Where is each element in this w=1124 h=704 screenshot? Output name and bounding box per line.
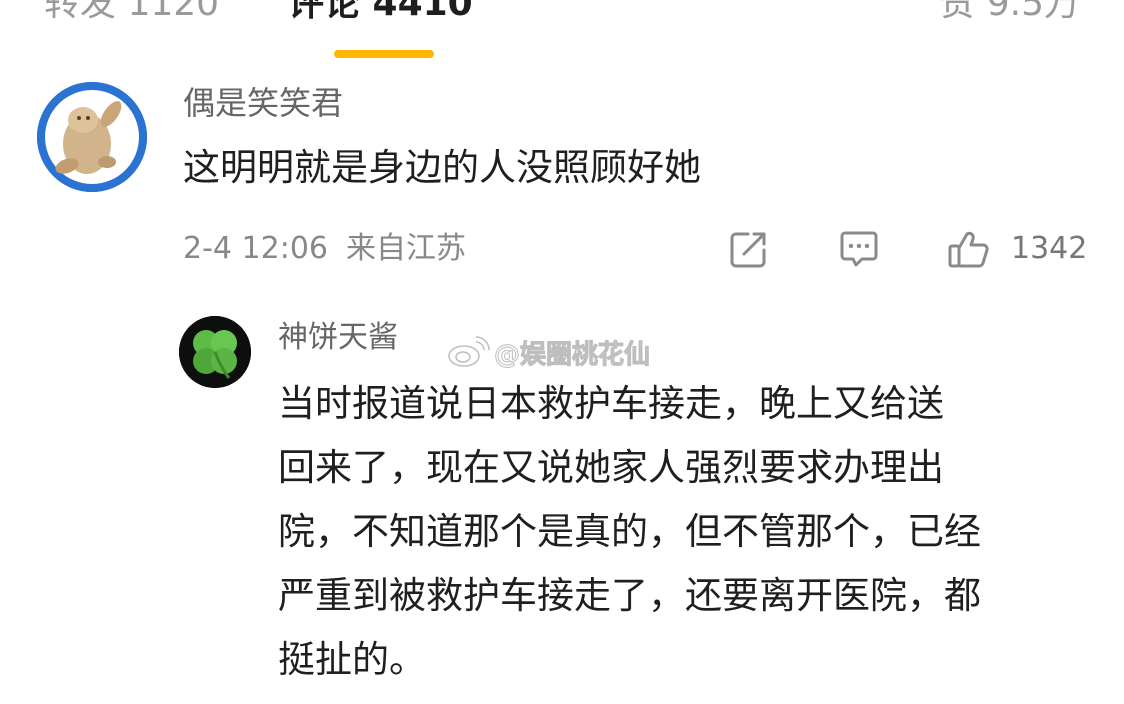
reply-avatar[interactable]: [179, 316, 251, 388]
tab-comments[interactable]: 评论 4410: [288, 0, 473, 24]
reply-text: 当时报道说日本救护车接走，晚上又给送 回来了，现在又说她家人强烈要求办理出 院，…: [278, 372, 1098, 692]
plush-toy-avatar-icon: [37, 82, 147, 192]
comment-button[interactable]: [836, 226, 882, 272]
tab-likes[interactable]: 赞 9.5万: [939, 0, 1080, 24]
share-button[interactable]: [726, 226, 772, 272]
avatar[interactable]: [37, 82, 147, 192]
reply-line: 当时报道说日本救护车接走，晚上又给送: [278, 382, 944, 425]
reply-username[interactable]: 神饼天酱: [278, 318, 398, 358]
reply-line: 挺扯的。: [278, 638, 426, 681]
watermark: @娱圈桃花仙: [446, 334, 651, 370]
comment-icon: [840, 231, 878, 267]
like-button[interactable]: [946, 226, 992, 272]
reply-line: 回来了，现在又说她家人强烈要求办理出: [278, 446, 944, 489]
comment-date: 2-4 12:06: [183, 231, 328, 266]
tab-reposts[interactable]: 转发 1120: [44, 0, 219, 24]
four-leaf-clover-icon: [179, 316, 251, 388]
reply-line: 院，不知道那个是真的，但不管那个，已经: [278, 510, 981, 553]
watermark-text: @娱圈桃花仙: [493, 339, 651, 370]
like-count: 1342: [1011, 231, 1088, 266]
active-tab-indicator: [334, 50, 434, 58]
comment-username[interactable]: 偶是笑笑君: [183, 83, 343, 123]
thumbs-up-icon: [948, 231, 989, 268]
share-icon: [730, 232, 766, 268]
comment-text: 这明明就是身边的人没照顾好她: [183, 146, 701, 189]
weibo-logo-icon: [448, 336, 490, 367]
comment-location: 来自江苏: [346, 231, 466, 266]
tab-bar: 转发 1120 评论 4410 赞 9.5万: [0, 0, 1124, 70]
comment-meta: 2-4 12:06 来自江苏: [183, 229, 466, 269]
reply-line: 严重到被救护车接走了，还要离开医院，都: [278, 574, 981, 617]
